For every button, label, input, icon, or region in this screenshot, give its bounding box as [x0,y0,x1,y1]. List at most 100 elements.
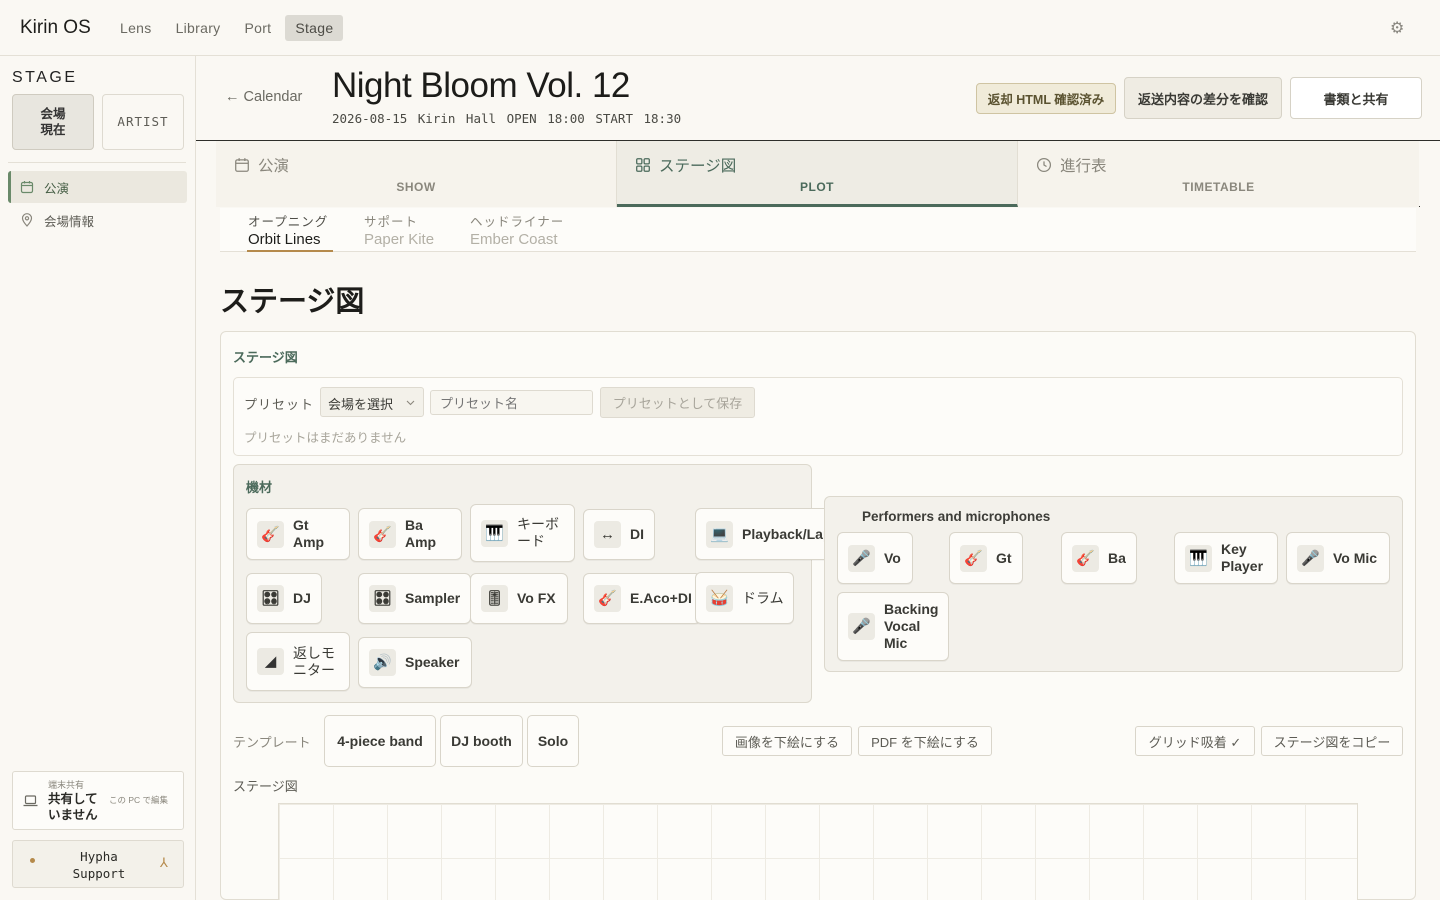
nav-port[interactable]: Port [234,15,281,41]
card-label: ステージ図 [233,350,298,365]
equipment-chip[interactable]: 🎸 Ba Amp [358,508,462,560]
sidebar-divider [8,162,186,163]
chip-label: キーボード [517,516,559,549]
docs-share-button[interactable]: 書類と共有 [1290,77,1422,119]
mode-artist-button[interactable]: ARTIST [102,94,184,150]
di-icon: ↔ [594,521,621,548]
grid-icon [636,158,650,172]
equipment-chip[interactable]: 🎛 DJ [246,573,322,624]
calendar-icon [20,181,34,194]
pdf-underlay-button[interactable]: PDF を下絵にする [858,726,992,756]
guitar-icon: 🎸 [257,520,284,548]
mode-venue-label: 会場 [40,107,66,121]
chip-label: 返しモニター [293,644,335,678]
tab-plot-head: ステージ図 [635,154,736,176]
equipment-chip[interactable]: 🎸 E.Aco+DI [583,573,701,624]
chip-label: Vo [884,549,901,566]
act-tab-opening[interactable]: オープニング Orbit Lines [248,211,328,248]
chip-label: Backing Vocal Mic [884,601,939,651]
performers-title: Performers and microphones [862,509,1051,524]
performer-chip[interactable]: 🎸 Ba [1061,532,1137,584]
nav-stage[interactable]: Stage [285,15,344,41]
mode-venue-button[interactable]: 会場 現在 [12,94,94,150]
grid-snap-toggle[interactable]: グリッド吸着 ✓ [1135,726,1255,756]
preset-empty-note: プリセットはまだありません [244,431,407,445]
equipment-chip[interactable]: ↔ DI [583,509,655,560]
device-share-panel[interactable]: 端末共有 共有して いません この PC で編集 [12,771,184,830]
share-small-label: 端末共有 [48,780,85,790]
equipment-chip[interactable]: 🎛 Sampler [358,573,471,624]
sampler-icon: 🎛 [369,585,396,612]
copy-plot-button[interactable]: ステージ図をコピー [1261,726,1403,756]
tab-timetable-label: 進行表 [1060,158,1107,175]
preset-name-input[interactable] [430,390,593,415]
nav-lens[interactable]: Lens [110,15,162,41]
support-panel[interactable]: Hypha Support ⅄ [12,840,184,888]
laptop-icon: 💻 [706,520,733,548]
image-underlay-button[interactable]: 画像を下絵にする [722,726,852,756]
page-title: Night Bloom Vol. 12 [332,66,630,105]
mic-icon: 🎤 [848,544,875,572]
keyboard-icon: 🎹 [1185,544,1212,572]
guitar-icon: 🎸 [369,520,396,548]
tab-show-head: 公演 [234,154,289,176]
tab-plot[interactable]: ステージ図 PLOT [617,141,1018,207]
gear-icon[interactable]: ⚙ [1390,18,1404,38]
html-confirmed-badge: 返却 HTML 確認済み [976,83,1116,114]
performer-chip[interactable]: 🎤 Vo Mic [1286,532,1390,584]
share-status: 共有して いません [48,791,98,823]
performer-chip[interactable]: 🎤 Backing Vocal Mic [837,592,949,661]
template-4-piece-band-button[interactable]: 4-piece band [324,715,436,767]
act-role: サポート [364,215,419,229]
main-tabs: 公演 SHOW ステージ図 PLOT 進行表 TIMETABLE [216,141,1420,207]
venue-select[interactable]: 会場を選択 [320,387,424,417]
equipment-chip[interactable]: 🔊 Speaker [358,637,472,688]
equipment-chip[interactable]: 🎸 Gt Amp [246,508,350,560]
act-tab-support[interactable]: サポート Paper Kite [364,211,434,248]
equipment-title: 機材 [246,480,273,495]
expand-icon[interactable]: ⅄ [160,855,168,871]
performer-chip[interactable]: 🎤 Vo [837,532,913,584]
review-diff-button[interactable]: 返送内容の差分を確認 [1124,77,1282,119]
mic-icon: 🎤 [848,613,875,640]
equipment-chip[interactable]: 🥁 ドラム [695,572,794,624]
tab-show[interactable]: 公演 SHOW [216,141,617,207]
chip-label: ドラム [742,589,784,606]
sidebar-item-show[interactable]: 公演 [8,171,187,203]
performer-chip[interactable]: 🎸 Gt [949,532,1023,584]
equipment-chip[interactable]: ◢ 返しモニター [246,632,350,691]
guitar-icon: 🎸 [960,544,987,572]
tab-show-label: 公演 [258,158,290,175]
laptop-icon [23,795,38,807]
act-role: オープニング [248,215,329,229]
show-meta: 2026-08-15 Kirin Hall OPEN 18:00 START 1… [332,111,682,126]
tab-timetable-head: 進行表 [1036,154,1107,176]
act-tab-headliner[interactable]: ヘッドライナー Ember Coast [470,211,564,248]
template-dj-booth-button[interactable]: DJ booth [440,715,523,767]
dj-icon: 🎛 [257,585,284,612]
tab-timetable[interactable]: 進行表 TIMETABLE [1018,141,1419,207]
mode-venue-sub: 現在 [40,123,66,137]
chip-label: DI [630,526,644,542]
chip-label: DJ [293,590,311,606]
sidebar: STAGE 会場 現在 ARTIST 公演 会場情報 端末共有 共有して いませ… [0,56,196,900]
keyboard-icon: 🎹 [481,519,508,547]
stage-plot-canvas[interactable] [278,803,1358,900]
performer-chip[interactable]: 🎹 Key Player [1174,532,1278,584]
chip-label: Vo FX [517,590,556,606]
share-note: この PC で編集 [109,795,169,805]
templates-label: テンプレート [233,735,311,750]
sidebar-item-label: 会場情報 [44,214,95,229]
act-name: Orbit Lines [248,231,321,248]
monitor-icon: ◢ [257,648,284,675]
chip-label: Key Player [1221,541,1264,574]
equipment-chip[interactable]: 🎹 キーボード [470,504,575,562]
equipment-chip[interactable]: 🎚 Vo FX [470,573,568,624]
back-to-calendar-link[interactable]: ← Calendar [225,89,302,105]
nav-library[interactable]: Library [166,15,231,41]
sidebar-item-label: 公演 [44,181,70,196]
sidebar-item-venue-info[interactable]: 会場情報 [8,204,187,236]
template-solo-button[interactable]: Solo [527,715,579,767]
save-preset-button[interactable]: プリセットとして保存 [600,387,755,418]
tab-timetable-sub: TIMETABLE [1182,180,1255,194]
